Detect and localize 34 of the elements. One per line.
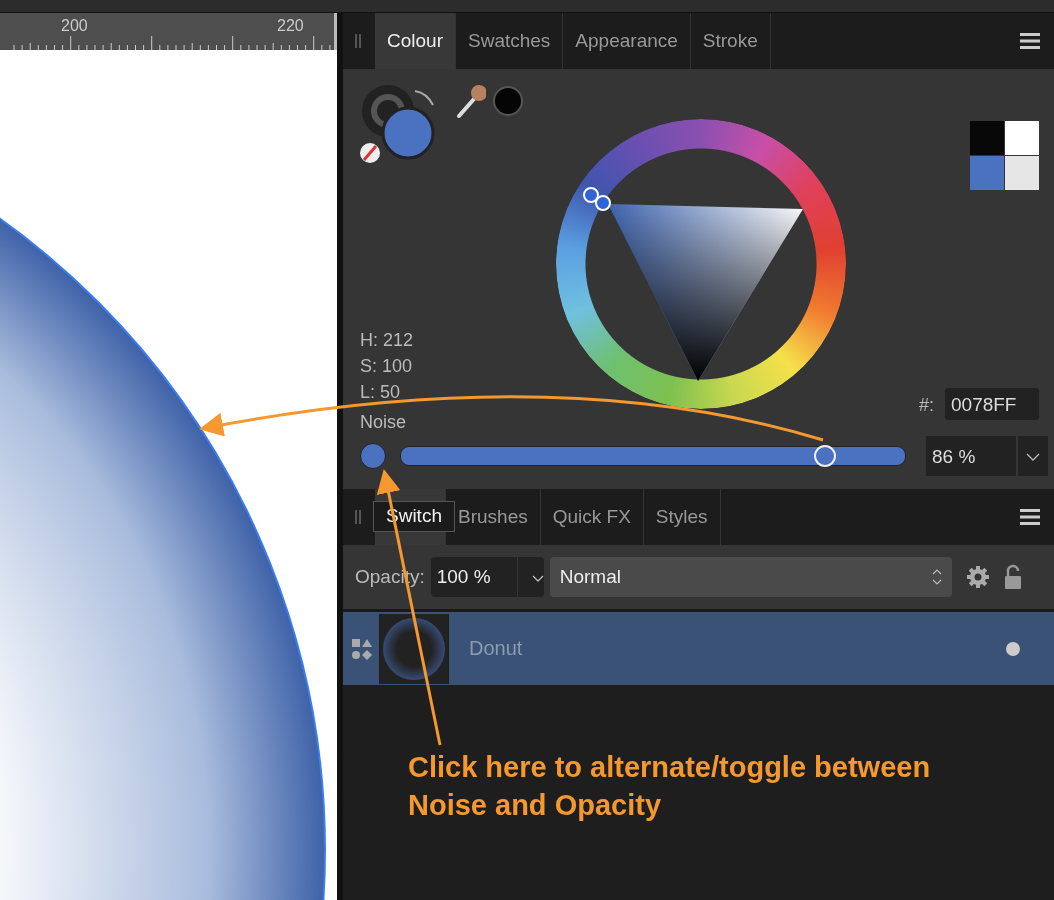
- hex-label: #:: [919, 395, 934, 416]
- noise-label: Noise: [360, 412, 407, 433]
- ruler-label: 220: [277, 17, 304, 35]
- shapes-icon: [351, 637, 373, 660]
- caret-icon: [531, 574, 544, 582]
- drag-grip-icon[interactable]: [355, 34, 361, 48]
- layer-thumbnail: [379, 613, 449, 684]
- slider-thumb[interactable]: [814, 445, 837, 467]
- noise-opacity-toggle[interactable]: [360, 443, 386, 469]
- noise-value-field[interactable]: 86 %: [926, 436, 1016, 476]
- opacity-field[interactable]: 100 %: [430, 557, 517, 597]
- dropdown-button[interactable]: [517, 557, 544, 597]
- hsl-readout: S: 100: [360, 355, 414, 378]
- hsl-readout: L: 50: [360, 381, 402, 404]
- menu-icon[interactable]: [1020, 32, 1040, 50]
- drag-grip-icon[interactable]: [355, 510, 361, 524]
- hex-field[interactable]: 0078FF: [945, 388, 1039, 420]
- caret-icon: [1026, 452, 1040, 461]
- visibility-dot[interactable]: [1006, 641, 1020, 656]
- layer-name: Donut: [469, 637, 524, 660]
- stepper-icon: [931, 567, 942, 587]
- annotation-caption: Click here to alternate/toggle between Noise and Opacity: [408, 750, 932, 823]
- settings-icon[interactable]: [965, 565, 990, 589]
- hsl-readout: H: 212: [360, 329, 414, 352]
- blend-mode-select[interactable]: Normal: [549, 557, 952, 597]
- lock-icon[interactable]: [1003, 564, 1022, 590]
- recent-colours-drawing[interactable]: [970, 121, 1040, 191]
- noise-slider[interactable]: [400, 446, 906, 466]
- dropdown-button[interactable]: [1018, 436, 1048, 476]
- picked-colour-swatch[interactable]: [493, 86, 523, 116]
- eyedropper-icon[interactable]: [456, 83, 486, 119]
- panel-tab[interactable]: Colour: [375, 13, 456, 69]
- menu-icon[interactable]: [1020, 508, 1040, 526]
- ruler-label: 200: [61, 17, 88, 35]
